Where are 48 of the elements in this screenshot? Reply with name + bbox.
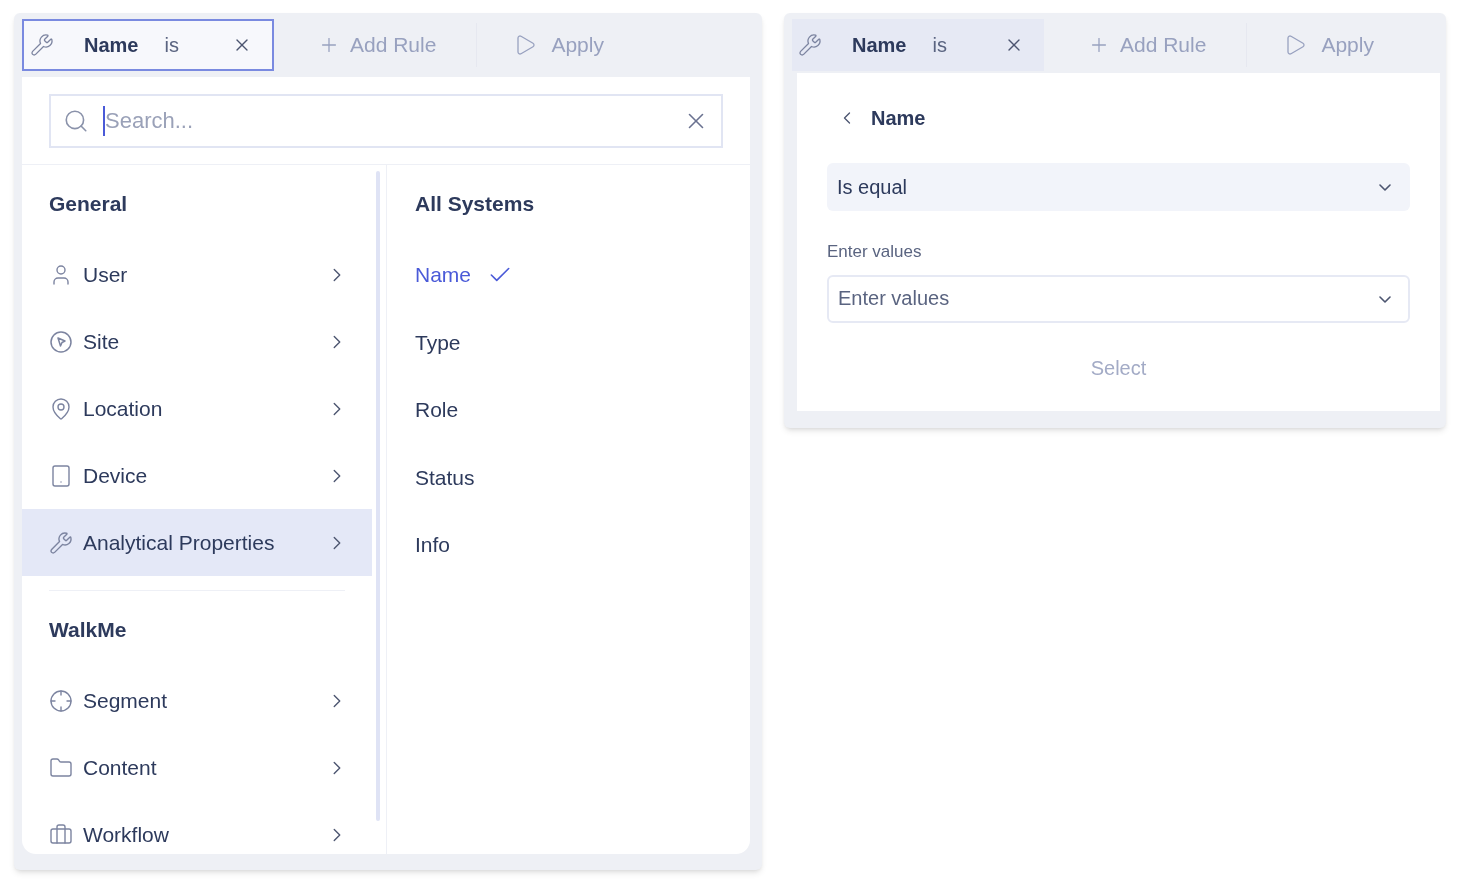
folder-icon <box>49 755 73 780</box>
condition-select[interactable]: Is equal <box>827 163 1410 211</box>
filter-chip[interactable]: Name is <box>22 19 274 71</box>
group-title: General <box>49 191 128 218</box>
operator-text: is <box>932 33 947 58</box>
category-label: Device <box>83 462 148 489</box>
text-cursor <box>103 106 105 136</box>
pin-icon <box>49 396 73 421</box>
values-field[interactable]: Enter values <box>827 274 1410 323</box>
option-item[interactable]: Info <box>415 529 451 561</box>
category-item[interactable]: Workflow <box>22 801 372 854</box>
option-item[interactable]: Name <box>415 259 472 291</box>
filter-chip[interactable]: Name is <box>792 19 1044 71</box>
field-name: Name <box>84 33 139 58</box>
category-label: Content <box>83 754 157 781</box>
category-item[interactable]: Site <box>22 308 372 375</box>
category-item[interactable]: Segment <box>22 667 372 734</box>
category-label: Analytical Properties <box>83 529 275 556</box>
category-item[interactable]: Content <box>22 734 372 801</box>
wrench-icon <box>49 530 73 555</box>
category-item[interactable]: Analytical Properties <box>22 509 372 576</box>
category-label: User <box>83 261 128 288</box>
field-name: Name <box>852 33 907 58</box>
search-icon <box>63 108 89 134</box>
option-item[interactable]: Status <box>415 461 475 493</box>
option-item[interactable]: Role <box>415 394 459 426</box>
chevron-down-icon <box>1379 183 1391 191</box>
values-label: Enter values <box>827 241 923 263</box>
crosshair-icon <box>49 688 73 713</box>
category-label: Segment <box>83 687 168 714</box>
search-field[interactable]: Search... <box>49 94 723 148</box>
category-label: Workflow <box>83 821 169 848</box>
option-item[interactable]: Type <box>415 326 461 358</box>
category-item[interactable]: User <box>22 241 372 308</box>
tablet-icon <box>49 463 73 488</box>
briefcase-icon <box>49 822 73 847</box>
group-title: WalkMe <box>49 617 127 644</box>
wrench-icon <box>798 33 822 57</box>
category-item[interactable]: Location <box>22 375 372 442</box>
options-title: All Systems <box>415 191 535 218</box>
category-label: Site <box>83 328 120 355</box>
category-label: Location <box>83 395 163 422</box>
category-item[interactable]: Device <box>22 442 372 509</box>
back-title: Name <box>871 106 926 131</box>
chevron-down-icon <box>1379 295 1391 303</box>
pointer-icon <box>49 329 73 354</box>
operator-text: is <box>164 33 179 58</box>
wrench-icon <box>30 33 54 57</box>
